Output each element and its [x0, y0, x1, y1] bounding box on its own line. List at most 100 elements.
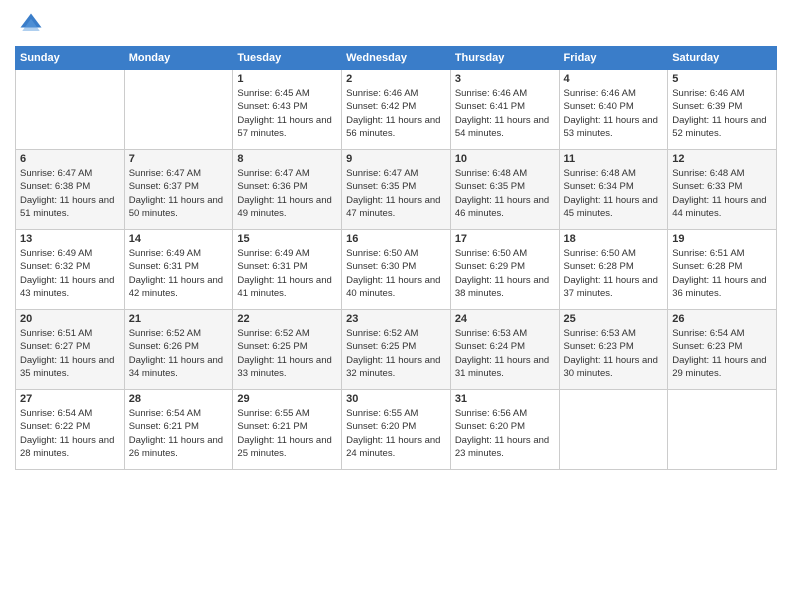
calendar-weekday-saturday: Saturday — [668, 47, 777, 70]
day-info: Sunrise: 6:50 AMSunset: 6:30 PMDaylight:… — [346, 247, 446, 300]
day-info: Sunrise: 6:47 AMSunset: 6:35 PMDaylight:… — [346, 167, 446, 220]
calendar-week-4: 20 Sunrise: 6:51 AMSunset: 6:27 PMDayligh… — [16, 310, 777, 390]
logo — [15, 10, 47, 38]
day-number: 27 — [20, 393, 120, 405]
calendar-cell: 11 Sunrise: 6:48 AMSunset: 6:34 PMDayligh… — [559, 150, 668, 230]
calendar-cell: 6 Sunrise: 6:47 AMSunset: 6:38 PMDaylight… — [16, 150, 125, 230]
day-info: Sunrise: 6:53 AMSunset: 6:23 PMDaylight:… — [564, 327, 664, 380]
calendar-cell: 19 Sunrise: 6:51 AMSunset: 6:28 PMDayligh… — [668, 230, 777, 310]
day-number: 30 — [346, 393, 446, 405]
day-number: 7 — [129, 153, 229, 165]
generalblue-logo-icon — [17, 10, 45, 38]
calendar-cell: 3 Sunrise: 6:46 AMSunset: 6:41 PMDaylight… — [450, 70, 559, 150]
day-number: 23 — [346, 313, 446, 325]
calendar-cell: 21 Sunrise: 6:52 AMSunset: 6:26 PMDayligh… — [124, 310, 233, 390]
calendar-cell: 31 Sunrise: 6:56 AMSunset: 6:20 PMDayligh… — [450, 390, 559, 470]
calendar-cell: 23 Sunrise: 6:52 AMSunset: 6:25 PMDayligh… — [342, 310, 451, 390]
day-info: Sunrise: 6:46 AMSunset: 6:41 PMDaylight:… — [455, 87, 555, 140]
day-info: Sunrise: 6:51 AMSunset: 6:27 PMDaylight:… — [20, 327, 120, 380]
calendar-cell: 12Sunrise: 6:48 AMSunset: 6:33 PMDayligh… — [668, 150, 777, 230]
day-number: 24 — [455, 313, 555, 325]
day-number: 9 — [346, 153, 446, 165]
day-number: 19 — [672, 233, 772, 245]
day-number: 31 — [455, 393, 555, 405]
calendar-weekday-sunday: Sunday — [16, 47, 125, 70]
calendar-week-5: 27 Sunrise: 6:54 AMSunset: 6:22 PMDayligh… — [16, 390, 777, 470]
day-info: Sunrise: 6:50 AMSunset: 6:29 PMDaylight:… — [455, 247, 555, 300]
day-info: Sunrise: 6:47 AMSunset: 6:38 PMDaylight:… — [20, 167, 120, 220]
calendar-cell: 18Sunrise: 6:50 AMSunset: 6:28 PMDayligh… — [559, 230, 668, 310]
calendar-cell: 28 Sunrise: 6:54 AMSunset: 6:21 PMDayligh… — [124, 390, 233, 470]
day-info: Sunrise: 6:51 AMSunset: 6:28 PMDaylight:… — [672, 247, 772, 300]
calendar-table: SundayMondayTuesdayWednesdayThursdayFrid… — [15, 46, 777, 470]
day-info: Sunrise: 6:54 AMSunset: 6:21 PMDaylight:… — [129, 407, 229, 460]
day-number: 8 — [237, 153, 337, 165]
day-number: 1 — [237, 73, 337, 85]
calendar-weekday-monday: Monday — [124, 47, 233, 70]
calendar-week-3: 13 Sunrise: 6:49 AMSunset: 6:32 PMDayligh… — [16, 230, 777, 310]
day-number: 12 — [672, 153, 772, 165]
day-number: 2 — [346, 73, 446, 85]
day-number: 15 — [237, 233, 337, 245]
calendar-weekday-thursday: Thursday — [450, 47, 559, 70]
day-info: Sunrise: 6:46 AMSunset: 6:42 PMDaylight:… — [346, 87, 446, 140]
day-info: Sunrise: 6:52 AMSunset: 6:25 PMDaylight:… — [346, 327, 446, 380]
day-info: Sunrise: 6:53 AMSunset: 6:24 PMDaylight:… — [455, 327, 555, 380]
day-number: 20 — [20, 313, 120, 325]
calendar-cell: 29 Sunrise: 6:55 AMSunset: 6:21 PMDayligh… — [233, 390, 342, 470]
calendar-cell: 2 Sunrise: 6:46 AMSunset: 6:42 PMDaylight… — [342, 70, 451, 150]
day-info: Sunrise: 6:49 AMSunset: 6:31 PMDaylight:… — [237, 247, 337, 300]
calendar-header-row: SundayMondayTuesdayWednesdayThursdayFrid… — [16, 47, 777, 70]
calendar-cell: 17Sunrise: 6:50 AMSunset: 6:29 PMDayligh… — [450, 230, 559, 310]
day-info: Sunrise: 6:47 AMSunset: 6:36 PMDaylight:… — [237, 167, 337, 220]
calendar-cell: 26 Sunrise: 6:54 AMSunset: 6:23 PMDayligh… — [668, 310, 777, 390]
day-info: Sunrise: 6:54 AMSunset: 6:22 PMDaylight:… — [20, 407, 120, 460]
day-number: 5 — [672, 73, 772, 85]
calendar-cell — [668, 390, 777, 470]
day-number: 10 — [455, 153, 555, 165]
day-info: Sunrise: 6:46 AMSunset: 6:39 PMDaylight:… — [672, 87, 772, 140]
calendar-cell — [559, 390, 668, 470]
calendar-cell: 22 Sunrise: 6:52 AMSunset: 6:25 PMDayligh… — [233, 310, 342, 390]
day-info: Sunrise: 6:52 AMSunset: 6:26 PMDaylight:… — [129, 327, 229, 380]
calendar-cell — [16, 70, 125, 150]
day-number: 26 — [672, 313, 772, 325]
calendar-cell: 9 Sunrise: 6:47 AMSunset: 6:35 PMDaylight… — [342, 150, 451, 230]
day-number: 25 — [564, 313, 664, 325]
calendar-week-1: 1Sunrise: 6:45 AMSunset: 6:43 PMDaylight… — [16, 70, 777, 150]
day-number: 21 — [129, 313, 229, 325]
day-info: Sunrise: 6:52 AMSunset: 6:25 PMDaylight:… — [237, 327, 337, 380]
day-info: Sunrise: 6:49 AMSunset: 6:32 PMDaylight:… — [20, 247, 120, 300]
calendar-cell: 5 Sunrise: 6:46 AMSunset: 6:39 PMDaylight… — [668, 70, 777, 150]
calendar-cell: 20 Sunrise: 6:51 AMSunset: 6:27 PMDayligh… — [16, 310, 125, 390]
day-info: Sunrise: 6:48 AMSunset: 6:35 PMDaylight:… — [455, 167, 555, 220]
day-info: Sunrise: 6:47 AMSunset: 6:37 PMDaylight:… — [129, 167, 229, 220]
day-number: 6 — [20, 153, 120, 165]
calendar-weekday-tuesday: Tuesday — [233, 47, 342, 70]
day-number: 22 — [237, 313, 337, 325]
day-info: Sunrise: 6:56 AMSunset: 6:20 PMDaylight:… — [455, 407, 555, 460]
calendar-cell: 30 Sunrise: 6:55 AMSunset: 6:20 PMDayligh… — [342, 390, 451, 470]
day-number: 16 — [346, 233, 446, 245]
day-info: Sunrise: 6:48 AMSunset: 6:34 PMDaylight:… — [564, 167, 664, 220]
calendar-cell: 16 Sunrise: 6:50 AMSunset: 6:30 PMDayligh… — [342, 230, 451, 310]
calendar-cell: 15 Sunrise: 6:49 AMSunset: 6:31 PMDayligh… — [233, 230, 342, 310]
calendar-week-2: 6 Sunrise: 6:47 AMSunset: 6:38 PMDaylight… — [16, 150, 777, 230]
day-number: 13 — [20, 233, 120, 245]
day-info: Sunrise: 6:49 AMSunset: 6:31 PMDaylight:… — [129, 247, 229, 300]
day-info: Sunrise: 6:54 AMSunset: 6:23 PMDaylight:… — [672, 327, 772, 380]
calendar-body: 1Sunrise: 6:45 AMSunset: 6:43 PMDaylight… — [16, 70, 777, 470]
calendar-cell: 4Sunrise: 6:46 AMSunset: 6:40 PMDaylight… — [559, 70, 668, 150]
day-number: 3 — [455, 73, 555, 85]
calendar-cell: 14 Sunrise: 6:49 AMSunset: 6:31 PMDayligh… — [124, 230, 233, 310]
calendar-cell — [124, 70, 233, 150]
day-number: 11 — [564, 153, 664, 165]
day-number: 14 — [129, 233, 229, 245]
day-number: 29 — [237, 393, 337, 405]
calendar-cell: 27 Sunrise: 6:54 AMSunset: 6:22 PMDayligh… — [16, 390, 125, 470]
day-number: 28 — [129, 393, 229, 405]
day-info: Sunrise: 6:55 AMSunset: 6:20 PMDaylight:… — [346, 407, 446, 460]
day-info: Sunrise: 6:55 AMSunset: 6:21 PMDaylight:… — [237, 407, 337, 460]
header — [15, 10, 777, 38]
day-info: Sunrise: 6:50 AMSunset: 6:28 PMDaylight:… — [564, 247, 664, 300]
